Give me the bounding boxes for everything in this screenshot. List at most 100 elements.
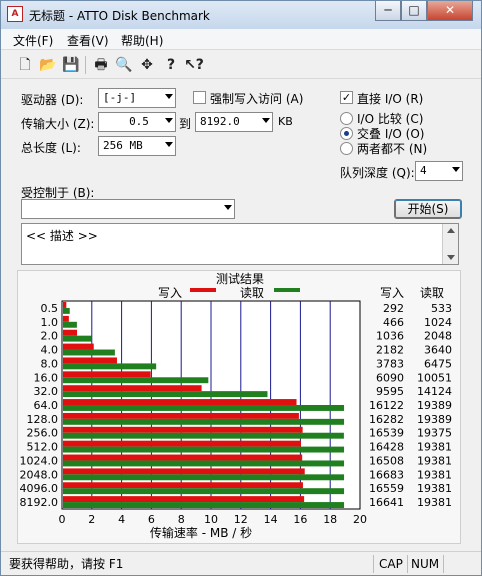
transfer-from-select[interactable]: 0.5 [98, 112, 176, 132]
print-preview-icon[interactable]: 🔍 [114, 56, 134, 74]
minimize-button[interactable]: ─ [375, 1, 401, 21]
read-bar [63, 488, 345, 495]
num-lock-indicator: NUM [411, 557, 440, 571]
menu-view[interactable]: 查看(V) [67, 32, 109, 49]
open-folder-icon[interactable]: 📂 [38, 56, 58, 74]
status-divider [373, 555, 374, 573]
status-bar: 要获得帮助，请按 F1 CAP NUM [1, 551, 481, 575]
x-tick-label: 10 [204, 513, 218, 526]
y-tick-label: 128.0 [27, 413, 59, 426]
write-value-label: 16428 [369, 441, 404, 454]
neither-radio[interactable] [340, 142, 353, 155]
queue-depth-select[interactable]: 4 [415, 161, 463, 181]
direct-io-label: 直接 I/O (R) [357, 92, 424, 106]
y-tick-label: 512.0 [27, 441, 59, 454]
description-textarea[interactable]: << 描述 >> [21, 223, 459, 265]
write-bar [63, 426, 303, 433]
results-chart: 测试结果写入 读取 写入 读取 0 2 4 6 8 10 12 14 16 18 20 传输速率 - MB /… [20, 271, 453, 540]
read-value-label: 19389 [417, 399, 452, 412]
write-bar [63, 454, 303, 461]
write-bar [63, 412, 299, 419]
drive-label: 驱动器 (D): [21, 93, 84, 107]
read-value-label: 19381 [417, 468, 452, 481]
read-bar [63, 377, 209, 384]
to-label: 到 [179, 117, 192, 131]
save-icon[interactable]: 💾 [61, 56, 81, 74]
y-tick-label: 2048.0 [20, 468, 59, 481]
transfer-to-select[interactable]: 8192.0 [195, 112, 273, 132]
force-write-label: 强制写入访问 (A) [210, 92, 304, 106]
force-write-checkbox[interactable] [193, 91, 206, 104]
print-icon[interactable]: 🖶 [91, 56, 111, 74]
scroll-up-icon[interactable] [447, 228, 455, 233]
x-tick-label: 14 [264, 513, 278, 526]
description-text: << 描述 >> [26, 229, 98, 243]
close-button[interactable]: ✕ [427, 1, 473, 21]
read-value-label: 3640 [424, 344, 452, 357]
read-bar [63, 474, 345, 481]
read-value-label: 19381 [417, 441, 452, 454]
write-value-label: 16282 [369, 413, 404, 426]
y-tick-label: 16.0 [34, 371, 59, 384]
write-bar [63, 302, 67, 308]
read-value-label: 14124 [417, 385, 452, 398]
start-button[interactable]: 开始(S) [394, 199, 462, 219]
move-icon[interactable]: ✥ [137, 56, 157, 74]
title-bar[interactable]: A 无标题 - ATTO Disk Benchmark ─ □ ✕ [1, 1, 481, 29]
write-value-label: 292 [383, 302, 404, 315]
controlled-by-select[interactable] [21, 199, 235, 219]
read-value-label: 10051 [417, 371, 452, 384]
x-tick-label: 16 [293, 513, 307, 526]
write-bar [63, 496, 305, 503]
write-bar [63, 482, 303, 489]
read-bar [63, 502, 345, 508]
read-bar [63, 321, 77, 328]
menu-file[interactable]: 文件(F) [13, 32, 53, 49]
write-value-label: 16641 [369, 496, 404, 509]
read-value-label: 19389 [417, 413, 452, 426]
write-bar [63, 343, 94, 350]
transfer-from-value: 0.5 [129, 115, 149, 128]
description-scrollbar[interactable] [442, 224, 458, 264]
io-compare-radio[interactable] [340, 112, 353, 125]
read-value-label: 6475 [424, 357, 452, 370]
maximize-button[interactable]: □ [401, 1, 427, 21]
write-value-label: 16122 [369, 399, 404, 412]
queue-depth-label: 队列深度 (Q): [340, 166, 415, 180]
read-bar [63, 460, 345, 467]
x-tick-label: 18 [323, 513, 337, 526]
menu-bar: 文件(F) 查看(V) 帮助(H) [1, 29, 481, 50]
status-divider [443, 555, 444, 573]
write-bar [63, 329, 78, 336]
write-value-label: 16508 [369, 454, 404, 467]
write-value-label: 1036 [376, 330, 404, 343]
total-length-value: 256 MB [103, 139, 143, 152]
read-value-label: 2048 [424, 330, 452, 343]
transfer-size-label: 传输大小 (Z): [21, 117, 95, 131]
write-value-label: 16539 [369, 427, 404, 440]
overlap-io-radio[interactable] [340, 127, 353, 140]
read-value-label: 19381 [417, 454, 452, 467]
context-help-icon[interactable]: ↖? [184, 56, 204, 74]
write-bar [63, 468, 305, 475]
direct-io-checkbox[interactable]: ✓ [340, 91, 353, 104]
x-tick-label: 8 [178, 513, 185, 526]
read-bar [63, 418, 345, 425]
write-value-label: 6090 [376, 371, 404, 384]
read-bar [63, 432, 344, 439]
menu-help[interactable]: 帮助(H) [121, 32, 163, 49]
x-tick-label: 6 [148, 513, 155, 526]
read-bar [63, 405, 345, 411]
drive-select[interactable]: [-j-] [98, 88, 176, 108]
write-bar [63, 440, 301, 447]
read-column-header: 读取 [420, 286, 444, 300]
help-icon[interactable]: ? [161, 56, 181, 74]
new-file-icon[interactable]: 🗋 [15, 56, 35, 74]
write-value-label: 16559 [369, 482, 404, 495]
total-length-select[interactable]: 256 MB [98, 136, 176, 156]
scroll-down-icon[interactable] [447, 255, 455, 260]
read-bar [63, 349, 115, 356]
read-bar [63, 446, 345, 453]
window-title: 无标题 - ATTO Disk Benchmark [29, 9, 210, 23]
status-help-text: 要获得帮助，请按 F1 [9, 557, 124, 571]
